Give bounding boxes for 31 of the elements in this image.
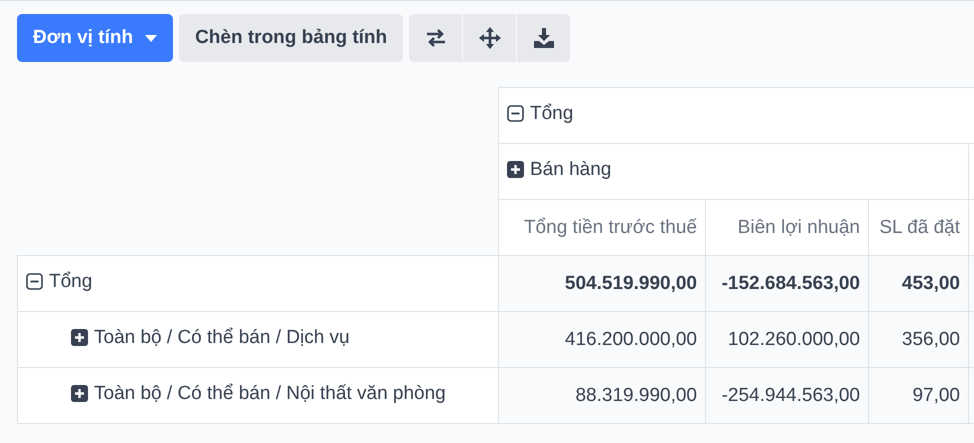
collapse-icon: [507, 105, 524, 122]
measure-header[interactable]: Biên lợi nhuận: [706, 200, 868, 256]
caret-icon: [145, 34, 158, 42]
measure-header[interactable]: Tổng tiền trước thuế: [498, 200, 706, 256]
column-header[interactable]: Bán hàng: [498, 144, 968, 200]
table-cell: 102.260.000,00: [706, 312, 868, 368]
expand-all-button[interactable]: [463, 14, 516, 62]
table-cell: 356,00: [868, 312, 968, 368]
row-header[interactable]: Tổng: [18, 256, 498, 312]
flip-axis-button[interactable]: [409, 14, 462, 62]
table-cell: 97,00: [868, 368, 968, 424]
download-icon: [532, 28, 555, 48]
expand-icon: [71, 385, 88, 402]
column-group-header[interactable]: Tổng: [498, 88, 974, 144]
move-arrows-icon: [478, 27, 501, 49]
measure-dropdown-button[interactable]: Đơn vị tính: [17, 14, 174, 62]
expand-icon: [71, 329, 88, 346]
table-cell: 504.519.990,00: [498, 256, 706, 312]
download-button[interactable]: [517, 14, 570, 62]
insert-in-spreadsheet-button[interactable]: Chèn trong bảng tính: [179, 14, 404, 62]
row-header[interactable]: Toàn bộ / Có thể bán / Dịch vụ: [18, 312, 498, 368]
row-header[interactable]: Toàn bộ / Có thể bán / Nội thất văn phòng: [18, 368, 498, 424]
measure-header[interactable]: SL đã đặt: [868, 200, 968, 256]
swap-arrows-icon: [424, 29, 447, 47]
table-cell: -152.684.563,00: [706, 256, 868, 312]
table-cell: 453,00: [868, 256, 968, 312]
table-cell: 88.319.990,00: [498, 368, 706, 424]
table-cell: -254.944.563,00: [706, 368, 868, 424]
expand-icon: [507, 161, 524, 178]
collapse-icon: [26, 273, 43, 290]
table-cell: 416.200.000,00: [498, 312, 706, 368]
